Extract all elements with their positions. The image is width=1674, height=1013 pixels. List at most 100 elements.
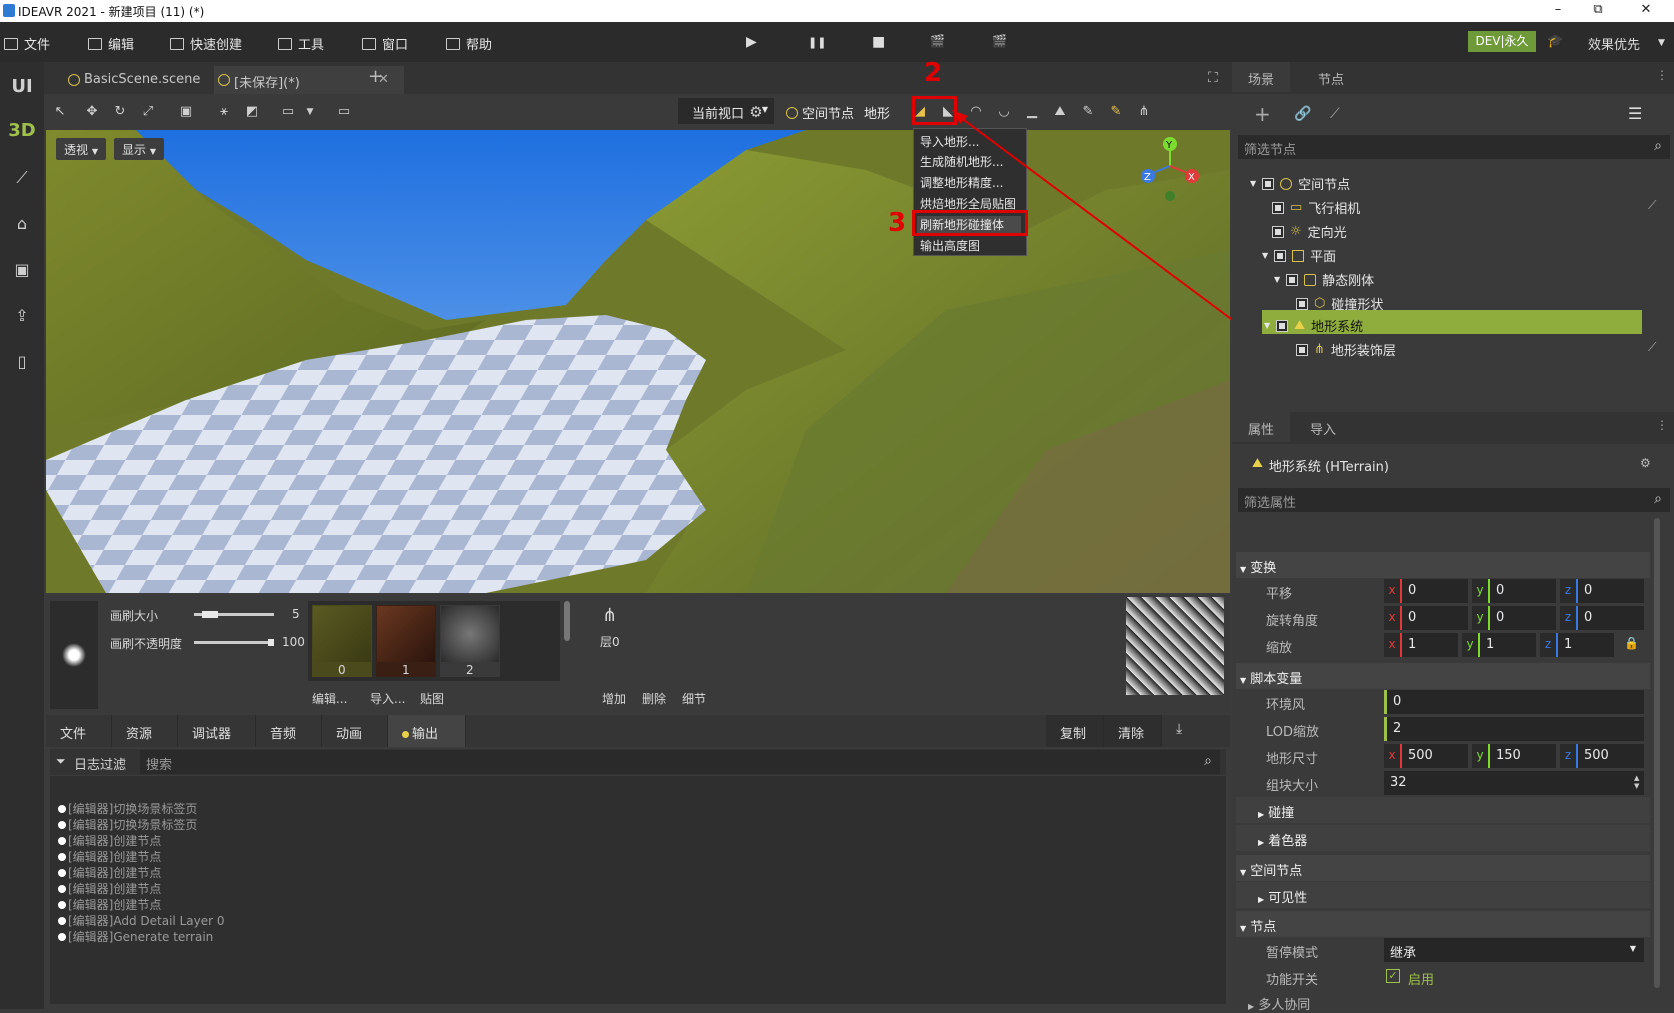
enable-checkbox[interactable]: ✓ (1386, 969, 1400, 983)
section-node[interactable] (1236, 911, 1650, 937)
export-icon[interactable]: ⇪ (0, 306, 44, 325)
terrain-size-y-input[interactable]: 150 (1490, 744, 1556, 768)
brush-size-slider[interactable] (194, 611, 274, 618)
texture-slot-1[interactable]: 1 (376, 605, 436, 677)
scale-y-input[interactable]: 1 (1480, 633, 1536, 657)
tab-node[interactable]: 节点 (1302, 62, 1360, 92)
snap-icon[interactable]: ◩ (244, 104, 260, 120)
tree-node-static-body[interactable]: ▼ 静态刚体 (1274, 270, 1374, 289)
scale-x-input[interactable]: 1 (1402, 633, 1458, 657)
menu-tools[interactable]: 工具 (278, 34, 324, 53)
section-transform-label[interactable]: ▼ 变换 (1240, 557, 1276, 576)
inspector-scrollbar[interactable] (1654, 518, 1660, 988)
tab-resources[interactable]: 资源 (112, 715, 178, 747)
store-icon[interactable]: ⌂ (0, 214, 44, 233)
download-icon[interactable]: ⤓ (1176, 721, 1182, 737)
slider-handle[interactable] (268, 639, 274, 646)
link-icon[interactable]: 🔗 (1294, 106, 1311, 122)
section-collision[interactable] (1236, 797, 1650, 823)
grass-icon[interactable]: ⋔ (602, 605, 617, 626)
rotate-y-input[interactable]: 0 (1490, 606, 1556, 630)
script-icon[interactable]: ⟋ (1648, 340, 1656, 355)
tab-file[interactable]: 文件 (46, 715, 112, 747)
section-space-node-label[interactable]: ▼ 空间节点 (1240, 860, 1302, 879)
display-button[interactable]: 显示 ▼ (114, 138, 164, 160)
pause-button[interactable]: ❚❚ (808, 36, 826, 49)
tree-node-directional-light[interactable]: ☼ 定向光 (1272, 222, 1347, 241)
effect-mode-select[interactable]: 效果优先 (1588, 34, 1640, 53)
visibility-checkbox[interactable] (1276, 319, 1289, 332)
grad-cap-icon[interactable]: 🎓 (1547, 34, 1563, 49)
add-tab-button[interactable]: + (368, 66, 383, 87)
fullscreen-icon[interactable]: ⛶ (1208, 70, 1218, 86)
tab-output[interactable]: 输出 (388, 715, 466, 747)
log-filter-label[interactable]: 日志过滤 (74, 754, 126, 773)
search-icon[interactable]: ⌕ (1654, 491, 1662, 507)
section-transform[interactable] (1236, 552, 1650, 578)
visibility-checkbox[interactable] (1272, 225, 1284, 238)
visibility-checkbox[interactable] (1296, 297, 1308, 310)
filter-icon[interactable]: ⏷ (56, 754, 66, 769)
property-filter-input[interactable]: 筛选属性 ⌕ (1238, 488, 1670, 512)
device-icon[interactable]: ▯ (0, 352, 44, 371)
brush-opacity-slider[interactable] (194, 639, 274, 646)
visibility-checkbox[interactable] (1296, 343, 1308, 356)
visibility-checkbox[interactable] (1262, 177, 1275, 190)
gear-icon[interactable]: ⚙ (748, 104, 764, 120)
section-script-vars-label[interactable]: ▼ 脚本变量 (1240, 668, 1302, 687)
stop-button[interactable]: ■ (872, 34, 885, 50)
lod-scale-input[interactable]: 2 (1384, 717, 1644, 741)
rotate-z-input[interactable]: 0 (1578, 606, 1644, 630)
chevron-down-icon[interactable]: ▼ (302, 104, 318, 120)
tree-node-terrain-decoration[interactable]: ⋔ 地形装饰层 (1296, 340, 1396, 359)
slider-handle[interactable] (202, 611, 218, 618)
section-multiplayer-label[interactable]: ▶ 多人协同 (1248, 994, 1310, 1013)
tab-basic-scene[interactable]: BasicScene.scene (64, 66, 214, 94)
panel-menu-icon[interactable]: ⋮ (1656, 68, 1668, 82)
ui-mode-button[interactable]: UI (0, 76, 44, 97)
scale-tool-icon[interactable]: ⤢ (140, 104, 156, 120)
tab-debugger[interactable]: 调试器 (178, 715, 256, 747)
menu-quick-create[interactable]: 快速创建 (170, 34, 242, 53)
pivot-icon[interactable]: ⚹ (216, 104, 232, 120)
tab-animation[interactable]: 动画 (322, 715, 388, 747)
clear-button[interactable]: 清除 (1104, 715, 1162, 747)
texture-import-button[interactable]: 导入... (370, 690, 405, 707)
move-tool-icon[interactable]: ✥ (84, 104, 100, 120)
chevron-down-icon[interactable]: ▼ (1262, 251, 1268, 260)
tab-scene[interactable]: 场景 (1232, 62, 1291, 92)
visibility-checkbox[interactable] (1286, 273, 1299, 286)
play-button[interactable]: ▶ (746, 34, 757, 50)
pause-mode-select[interactable]: 继承 ▼ (1384, 938, 1644, 962)
texture-scrollbar[interactable] (564, 601, 570, 641)
minimize-button[interactable]: – (1548, 2, 1568, 20)
instance-icon[interactable]: ⟋ (1330, 106, 1340, 122)
texture-slot-0[interactable]: 0 (312, 605, 372, 677)
section-collision-label[interactable]: ▶ 碰撞 (1258, 802, 1294, 821)
perspective-button[interactable]: 透视 ▼ (56, 138, 106, 160)
tree-node-terrain-system[interactable]: ▼ ⛰ 地形系统 (1264, 316, 1363, 335)
terrain-size-x-input[interactable]: 500 (1402, 744, 1468, 768)
select-tool-icon[interactable]: ↖ (52, 104, 68, 120)
chevron-down-icon[interactable]: ▼ (1658, 38, 1665, 48)
node-graph-icon[interactable]: ⟋ (0, 168, 44, 188)
tab-import[interactable]: 导入 (1294, 412, 1352, 442)
record-alt-icon[interactable]: 🎬 (992, 34, 1007, 48)
rotate-tool-icon[interactable]: ↻ (112, 104, 128, 120)
scale-z-input[interactable]: 1 (1558, 633, 1614, 657)
maximize-button[interactable]: ⧉ (1588, 2, 1608, 20)
translate-x-input[interactable]: 0 (1402, 579, 1468, 603)
terrain-size-z-input[interactable]: 500 (1578, 744, 1644, 768)
panel-menu-icon[interactable]: ⋮ (1656, 418, 1668, 432)
section-shader-label[interactable]: ▶ 着色器 (1258, 830, 1307, 849)
close-window-button[interactable]: ✕ (1636, 2, 1656, 20)
rotate-x-input[interactable]: 0 (1402, 606, 1468, 630)
sliders-icon[interactable]: ⚙ (1640, 456, 1651, 470)
terrain-menu-button[interactable]: 地形 (864, 103, 890, 122)
menu-window[interactable]: 窗口 (362, 34, 408, 53)
list-menu-icon[interactable]: ☰ (1628, 104, 1642, 123)
detail-delete-button[interactable]: 删除 (642, 690, 666, 707)
menu-edit[interactable]: 编辑 (88, 34, 134, 53)
node-filter-input[interactable]: 筛选节点 ⌕ (1238, 135, 1670, 159)
spinbox-arrows-icon[interactable]: ▲ ▼ (1634, 774, 1639, 790)
